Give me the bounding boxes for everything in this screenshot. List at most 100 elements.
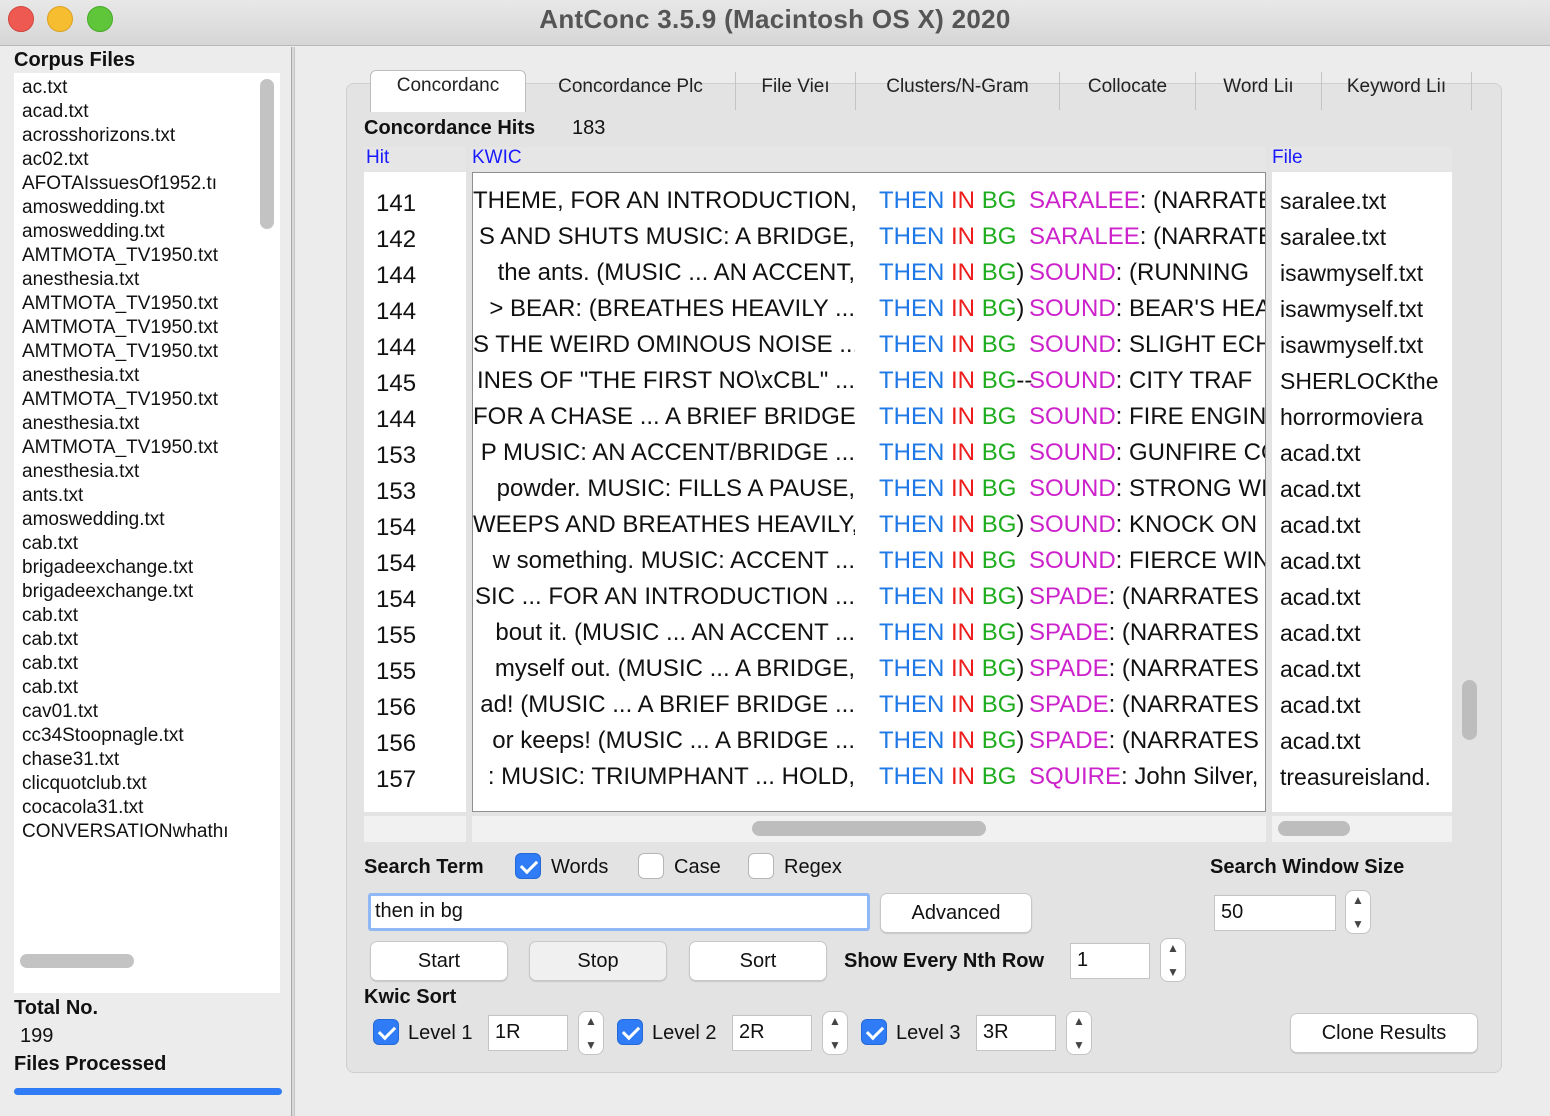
nth-row-stepper[interactable]: ▲ ▼: [1160, 938, 1186, 982]
corpus-file-item[interactable]: CONVERSATIONwhathı: [22, 821, 246, 843]
tab-file-vie[interactable]: File Vieı: [736, 72, 856, 110]
kwic-row[interactable]: bout it. (MUSIC ... AN ACCENT ... THEN IN…: [473, 619, 1265, 651]
kwic-column-header[interactable]: KWIC: [470, 147, 1266, 171]
kwic-row[interactable]: S AND SHUTS MUSIC: A BRIDGE, THEN IN BG SA…: [473, 223, 1265, 255]
keyword-bg: BG: [981, 511, 1017, 538]
kwic-row[interactable]: FOR A CHASE ... A BRIEF BRIDGE, THEN IN B…: [473, 403, 1265, 435]
window-size-stepper[interactable]: ▲ ▼: [1345, 890, 1371, 934]
level-2-stepper[interactable]: ▲ ▼: [822, 1011, 848, 1055]
file-scroll-thumb[interactable]: [1278, 821, 1350, 836]
kwic-row[interactable]: : MUSIC: TRIUMPHANT ... HOLD, THEN IN BG S…: [473, 763, 1265, 795]
results-vertical-scroll-thumb[interactable]: [1462, 680, 1477, 740]
kwic-row[interactable]: WEEPS AND BREATHES HEAVILY, THEN IN BG) SO…: [473, 511, 1265, 543]
kwic-scroll-thumb[interactable]: [752, 821, 986, 836]
corpus-file-item[interactable]: cab.txt: [22, 629, 246, 651]
regex-checkbox[interactable]: [748, 853, 774, 879]
words-checkbox[interactable]: [515, 853, 541, 879]
tab-concordanc[interactable]: Concordanc: [370, 70, 526, 112]
case-checkbox[interactable]: [638, 853, 664, 879]
corpus-file-item[interactable]: AMTMOTA_TV1950.txt: [22, 437, 246, 459]
corpus-file-item[interactable]: amoswedding.txt: [22, 221, 246, 243]
clone-results-button[interactable]: Clone Results: [1290, 1013, 1478, 1053]
nth-row-field[interactable]: 1: [1070, 943, 1150, 979]
tab-concordance-plc[interactable]: Concordance Plc: [526, 72, 736, 110]
right-context-match: SOUND: [1029, 547, 1116, 574]
hit-column-header[interactable]: Hit: [364, 147, 466, 171]
kwic-row[interactable]: or keeps! (MUSIC ... A BRIDGE ... THEN IN…: [473, 727, 1265, 759]
kwic-row[interactable]: > BEAR: (BREATHES HEAVILY ... THEN IN BG)…: [473, 295, 1265, 327]
file-column-header[interactable]: File: [1270, 147, 1452, 171]
hit-column[interactable]: 141 142 144 144 144 145 144 153 153 154 154 154 155 1…: [364, 172, 466, 812]
corpus-file-item[interactable]: AMTMOTA_TV1950.txt: [22, 341, 246, 363]
corpus-file-item[interactable]: amoswedding.txt: [22, 197, 246, 219]
tab-collocate[interactable]: Collocate: [1060, 72, 1196, 110]
corpus-file-item[interactable]: AMTMOTA_TV1950.txt: [22, 389, 246, 411]
stop-button[interactable]: Stop: [529, 941, 667, 981]
corpus-file-item[interactable]: chase31.txt: [22, 749, 246, 771]
start-button[interactable]: Start: [370, 941, 508, 981]
level-2-field[interactable]: 2R: [732, 1015, 812, 1051]
corpus-file-item[interactable]: brigadeexchange.txt: [22, 557, 246, 579]
keyword-bg: BG: [981, 547, 1017, 574]
files-processed-progress-bar: [14, 1088, 282, 1095]
corpus-file-item[interactable]: acrosshorizons.txt: [22, 125, 246, 147]
kwic-column[interactable]: THEME, FOR AN INTRODUCTION, THEN IN BG SAR…: [472, 172, 1266, 812]
corpus-file-item[interactable]: cab.txt: [22, 677, 246, 699]
tab-clusters-n-gram[interactable]: Clusters/N-Gram: [856, 72, 1060, 110]
corpus-file-item[interactable]: cab.txt: [22, 533, 246, 555]
corpus-file-item[interactable]: cc34Stoopnagle.txt: [22, 725, 246, 747]
corpus-file-item[interactable]: brigadeexchange.txt: [22, 581, 246, 603]
kwic-row[interactable]: ad! (MUSIC ... A BRIEF BRIDGE ... THEN IN…: [473, 691, 1265, 723]
level-3-field[interactable]: 3R: [976, 1015, 1056, 1051]
corpus-file-item[interactable]: anesthesia.txt: [22, 269, 246, 291]
corpus-file-item[interactable]: ac02.txt: [22, 149, 246, 171]
advanced-button[interactable]: Advanced: [880, 893, 1032, 933]
corpus-file-item[interactable]: clicquotclub.txt: [22, 773, 246, 795]
corpus-list-horizontal-scrollbar[interactable]: [20, 954, 134, 968]
level-3-checkbox[interactable]: [861, 1019, 887, 1045]
corpus-file-item[interactable]: acad.txt: [22, 101, 246, 123]
kwic-row[interactable]: the ants. (MUSIC ... AN ACCENT, THEN IN B…: [473, 259, 1265, 291]
kwic-row[interactable]: P MUSIC: AN ACCENT/BRIDGE ... THEN IN BG S…: [473, 439, 1265, 471]
corpus-file-item[interactable]: anesthesia.txt: [22, 365, 246, 387]
corpus-file-item[interactable]: AFOTAIssuesOf1952.tı: [22, 173, 246, 195]
level-2-checkbox[interactable]: [617, 1019, 643, 1045]
hit-horizontal-scrollbar[interactable]: [364, 816, 466, 842]
level-1-stepper[interactable]: ▲ ▼: [578, 1011, 604, 1055]
kwic-row[interactable]: INES OF "THE FIRST NO\xCBL" ... THEN IN B…: [473, 367, 1265, 399]
corpus-file-list[interactable]: ac.txt acad.txt acrosshorizons.txt ac02.txt…: [14, 73, 280, 993]
corpus-file-item[interactable]: cab.txt: [22, 653, 246, 675]
kwic-row[interactable]: S THE WEIRD OMINOUS NOISE ... THEN IN BG S…: [473, 331, 1265, 363]
corpus-file-item[interactable]: cab.txt: [22, 605, 246, 627]
kwic-row[interactable]: powder. MUSIC: FILLS A PAUSE, THEN IN BG S…: [473, 475, 1265, 507]
tab-keyword-li[interactable]: Keyword Liı: [1322, 72, 1472, 110]
level-3-stepper[interactable]: ▲ ▼: [1066, 1011, 1092, 1055]
kwic-row[interactable]: SIC ... FOR AN INTRODUCTION ... THEN IN B…: [473, 583, 1265, 615]
corpus-file-item[interactable]: AMTMOTA_TV1950.txt: [22, 317, 246, 339]
corpus-file-item[interactable]: AMTMOTA_TV1950.txt: [22, 245, 246, 267]
file-name: saralee.txt: [1280, 188, 1387, 214]
kwic-row[interactable]: myself out. (MUSIC ... A BRIDGE, THEN IN …: [473, 655, 1265, 687]
corpus-file-item[interactable]: ac.txt: [22, 77, 246, 99]
kwic-row[interactable]: THEME, FOR AN INTRODUCTION, THEN IN BG SAR…: [473, 187, 1265, 219]
file-column[interactable]: saralee.txt saralee.txt isawmyself.txt isaw…: [1272, 172, 1452, 812]
level-1-checkbox[interactable]: [373, 1019, 399, 1045]
corpus-file-item[interactable]: anesthesia.txt: [22, 413, 246, 435]
tab-word-li[interactable]: Word Liı: [1196, 72, 1322, 110]
sort-button[interactable]: Sort: [689, 941, 827, 981]
corpus-file-item[interactable]: ants.txt: [22, 485, 246, 507]
left-context: ad! (MUSIC ... A BRIEF BRIDGE ...: [480, 691, 855, 718]
corpus-file-item[interactable]: anesthesia.txt: [22, 461, 246, 483]
corpus-file-item[interactable]: AMTMOTA_TV1950.txt: [22, 293, 246, 315]
search-input[interactable]: then in bg: [368, 893, 870, 931]
corpus-file-item[interactable]: cav01.txt: [22, 701, 246, 723]
search-window-size-field[interactable]: 50: [1214, 895, 1336, 931]
level-1-field[interactable]: 1R: [488, 1015, 568, 1051]
corpus-file-item[interactable]: amoswedding.txt: [22, 509, 246, 531]
kwic-row[interactable]: w something. MUSIC: ACCENT ... THEN IN BG…: [473, 547, 1265, 579]
corpus-file-item[interactable]: cocacola31.txt: [22, 797, 246, 819]
left-context: or keeps! (MUSIC ... A BRIDGE ...: [492, 727, 855, 754]
level-3-label: Level 3: [896, 1022, 961, 1044]
panel-splitter[interactable]: [291, 47, 295, 1116]
corpus-list-vertical-scrollbar[interactable]: [260, 79, 274, 229]
